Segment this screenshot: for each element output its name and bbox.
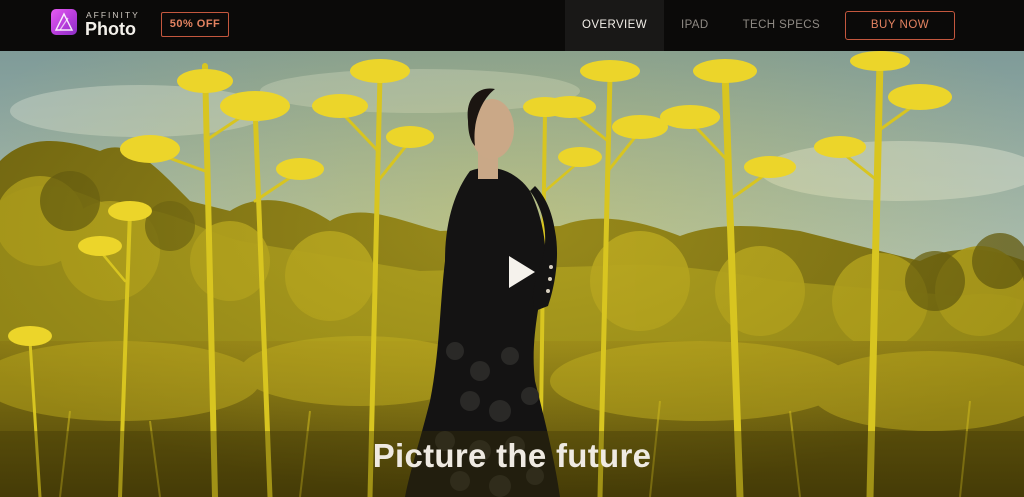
buy-now-button[interactable]: BUY NOW: [845, 11, 955, 40]
nav-tabs: OVERVIEW IPAD TECH SPECS: [565, 0, 837, 51]
tab-overview[interactable]: OVERVIEW: [565, 0, 664, 51]
play-icon: [509, 256, 535, 288]
affinity-photo-logo[interactable]: AFFINITY Photo: [51, 9, 151, 41]
discount-badge[interactable]: 50% OFF: [161, 12, 229, 37]
play-video-button[interactable]: [493, 246, 545, 298]
logo-product-text: Photo: [85, 19, 136, 39]
hero-video[interactable]: Picture the future: [0, 51, 1024, 497]
tab-tech-specs[interactable]: TECH SPECS: [726, 0, 838, 51]
hero-headline: Picture the future: [372, 437, 652, 474]
top-navigation: AFFINITY Photo 50% OFF OVERVIEW IPAD TEC…: [0, 0, 1024, 51]
affinity-photo-logo-icon: [51, 9, 77, 35]
tab-ipad[interactable]: IPAD: [664, 0, 726, 51]
